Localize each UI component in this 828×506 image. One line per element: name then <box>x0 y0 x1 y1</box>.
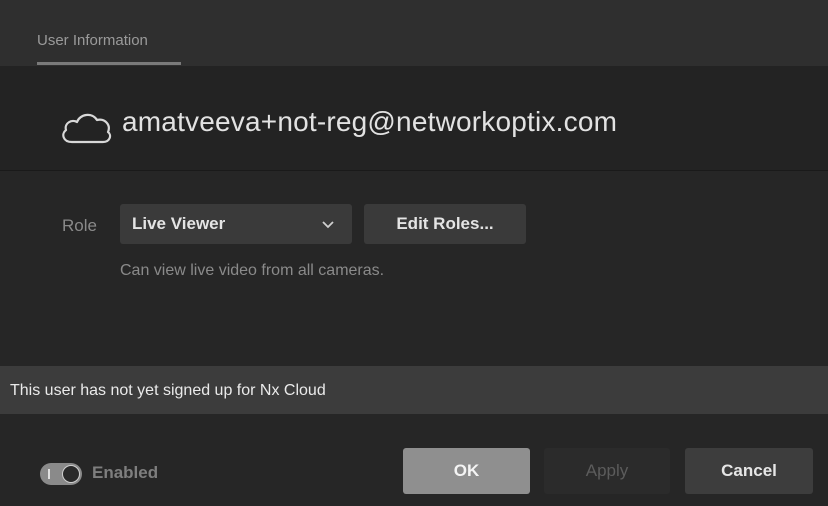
chevron-down-icon <box>322 221 334 229</box>
role-description: Can view live video from all cameras. <box>120 262 385 279</box>
role-dropdown-value: Live Viewer <box>132 214 226 233</box>
apply-button[interactable]: Apply <box>544 448 670 494</box>
enabled-toggle[interactable] <box>40 463 82 485</box>
active-tab-indicator <box>37 62 181 65</box>
dialog-footer: Enabled OK Apply Cancel <box>0 414 828 506</box>
ok-button[interactable]: OK <box>403 448 530 494</box>
user-header: amatveeva+not-reg@networkoptix.com <box>0 66 828 170</box>
toggle-on-mark <box>48 469 50 479</box>
role-dropdown[interactable]: Live Viewer <box>120 204 352 244</box>
role-label: Role <box>62 216 97 235</box>
enabled-label: Enabled <box>92 463 159 482</box>
divider <box>0 170 828 171</box>
cancel-button[interactable]: Cancel <box>685 448 813 494</box>
tab-user-information[interactable]: User Information <box>37 32 148 49</box>
cloud-signup-banner: This user has not yet signed up for Nx C… <box>0 366 828 414</box>
edit-roles-button[interactable]: Edit Roles... <box>364 204 526 244</box>
tab-bar: User Information <box>0 0 828 66</box>
user-dialog: User Information amatveeva+not-reg@netwo… <box>0 0 828 506</box>
user-email: amatveeva+not-reg@networkoptix.com <box>122 106 618 137</box>
cloud-icon <box>62 113 112 144</box>
toggle-knob <box>62 465 80 483</box>
banner-text: This user has not yet signed up for Nx C… <box>10 382 326 399</box>
